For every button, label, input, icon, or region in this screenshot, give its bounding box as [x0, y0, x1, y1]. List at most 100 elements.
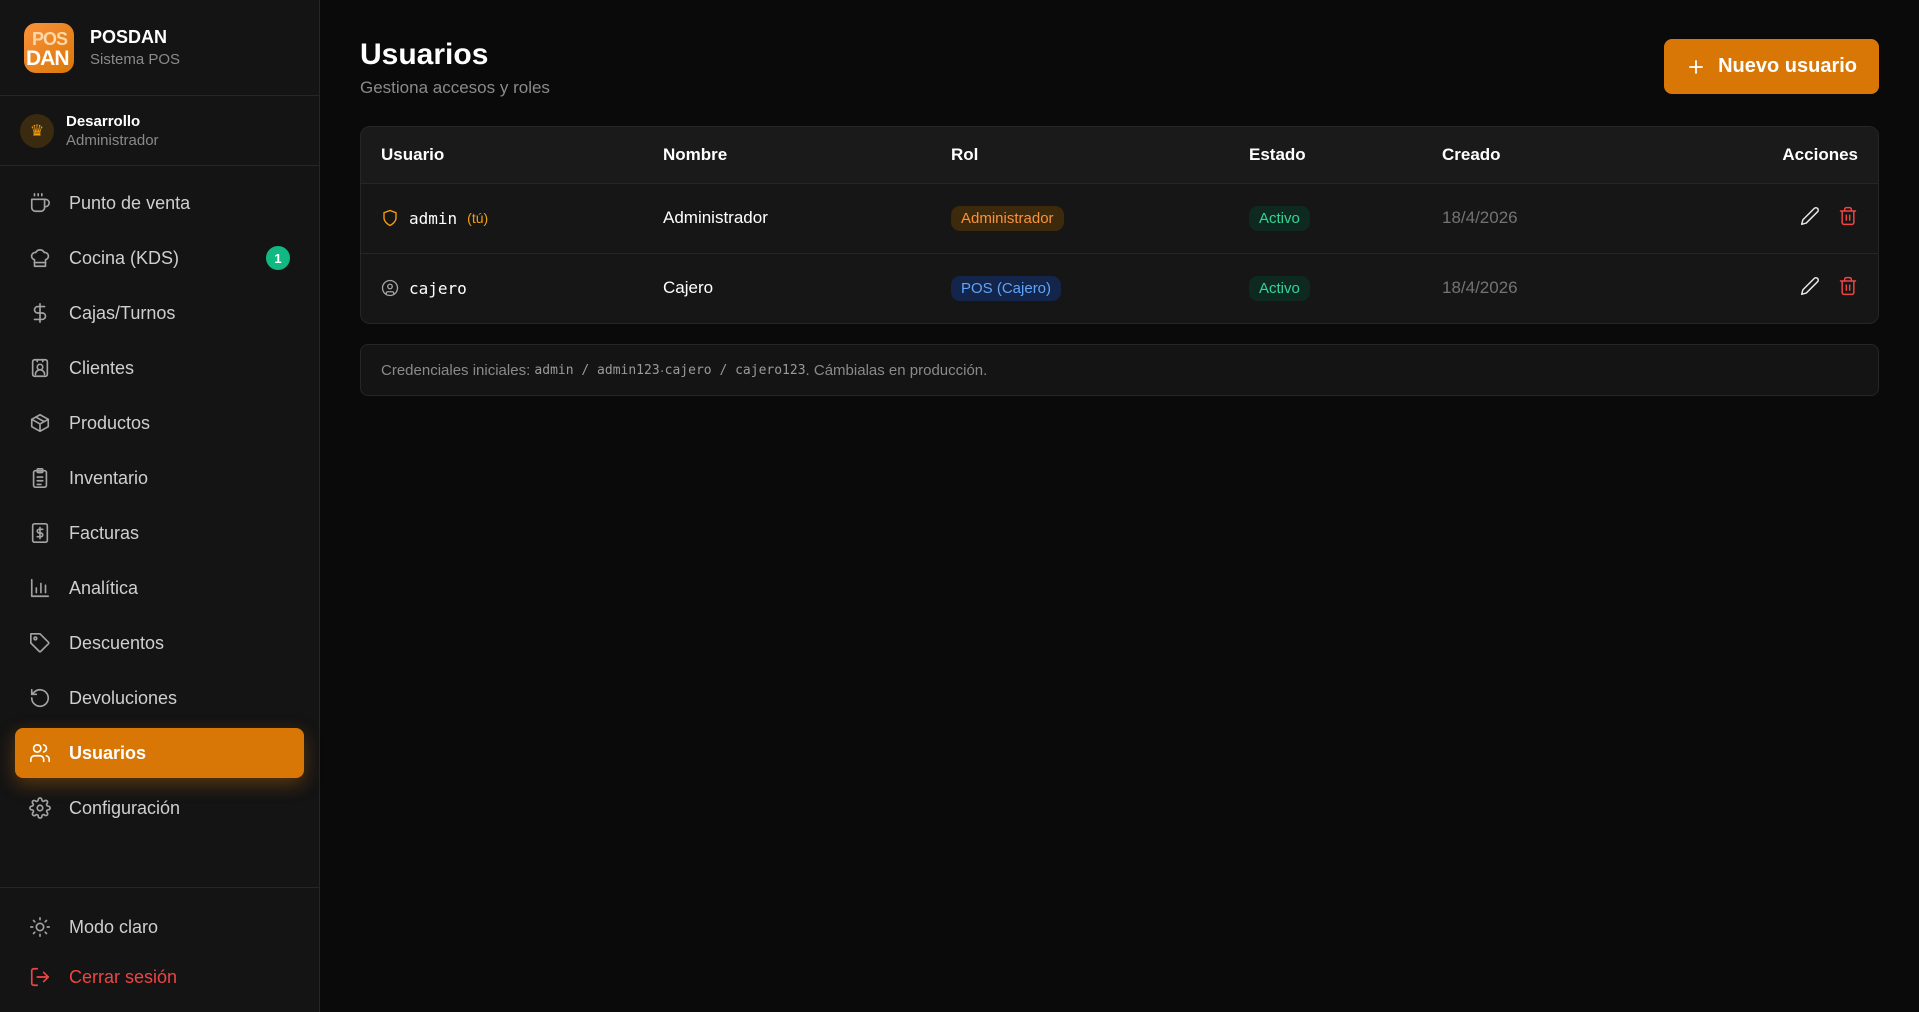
dollar-icon: [29, 302, 51, 324]
cell-role: POS (Cajero): [931, 253, 1229, 323]
cell-role: Administrador: [931, 183, 1229, 254]
sidebar-item-label: Productos: [69, 412, 151, 433]
note-cred-cajero: cajero / cajero123: [664, 362, 806, 378]
clipboard-icon: [29, 467, 51, 489]
page-header: Usuarios Gestiona accesos y roles Nuevo …: [360, 38, 1879, 98]
table-row: admin (tú) Administrador Administrador A…: [361, 183, 1878, 254]
receipt-icon: [29, 522, 51, 544]
undo-icon: [29, 687, 51, 709]
cell-created: 18/4/2026: [1442, 278, 1518, 298]
credentials-note: Credenciales iniciales: admin / admin123…: [360, 344, 1879, 396]
new-user-button[interactable]: Nuevo usuario: [1664, 39, 1879, 94]
column-header-role: Rol: [931, 127, 1229, 184]
note-suffix: . Cámbialas en producción.: [805, 361, 988, 379]
log-out-icon: [29, 966, 51, 988]
sidebar-item-configuracion[interactable]: Configuración: [15, 783, 304, 833]
cell-name: Administrador: [643, 183, 931, 254]
sidebar-item-analitica[interactable]: Analítica: [15, 563, 304, 613]
delete-icon[interactable]: [1838, 276, 1858, 296]
shield-icon: [383, 209, 397, 227]
gear-icon: [29, 797, 51, 819]
edit-icon[interactable]: [1800, 276, 1820, 296]
cell-status: Activo: [1229, 183, 1422, 254]
plus-icon: [1689, 59, 1703, 74]
tag-icon: [29, 632, 51, 654]
sidebar-item-label: Inventario: [69, 467, 149, 488]
chef-hat-icon: [29, 247, 51, 269]
username: admin: [409, 208, 458, 228]
sidebar-item-cocina[interactable]: Cocina (KDS) 1: [15, 233, 304, 283]
sidebar-item-usuarios[interactable]: Usuarios: [15, 728, 304, 778]
sidebar-item-devoluciones[interactable]: Devoluciones: [15, 673, 304, 723]
note-prefix: Credenciales iniciales:: [381, 361, 531, 379]
sidebar-item-label: Descuentos: [69, 632, 165, 653]
sun-icon: [29, 916, 51, 938]
logout-label: Cerrar sesión: [69, 966, 178, 987]
users-table-card: Usuario Nombre Rol Estado Creado Accione…: [360, 126, 1879, 324]
theme-toggle[interactable]: Modo claro: [15, 902, 304, 952]
crown-icon: ♛: [20, 113, 54, 148]
edit-icon[interactable]: [1800, 206, 1820, 226]
brand-logo: POS DAN: [24, 22, 74, 73]
delete-icon[interactable]: [1838, 206, 1858, 226]
current-user: ♛ Desarrollo Administrador: [0, 96, 319, 166]
sidebar-item-productos[interactable]: Productos: [15, 398, 304, 448]
sidebar-item-descuentos[interactable]: Descuentos: [15, 618, 304, 668]
sidebar-item-label: Devoluciones: [69, 687, 178, 708]
package-icon: [29, 412, 51, 434]
cell-actions: [1650, 183, 1878, 254]
page-subtitle: Gestiona accesos y roles: [360, 78, 550, 97]
page-title: Usuarios: [360, 38, 489, 71]
brand: POS DAN POSDAN Sistema POS: [0, 0, 319, 96]
sidebar-item-inventario[interactable]: Inventario: [15, 453, 304, 503]
status-badge: Activo: [1249, 275, 1310, 301]
sidebar-item-label: Usuarios: [69, 742, 147, 763]
sidebar-item-punto-de-venta[interactable]: Punto de venta: [15, 178, 304, 228]
logout-button[interactable]: Cerrar sesión: [15, 952, 304, 1002]
sidebar-item-facturas[interactable]: Facturas: [15, 508, 304, 558]
current-user-role: Administrador: [66, 131, 159, 149]
cell-created: 18/4/2026: [1422, 183, 1651, 254]
sidebar-item-label: Analítica: [69, 577, 139, 598]
user-circle-icon: [381, 280, 399, 297]
bar-chart-icon: [29, 577, 51, 599]
sidebar-item-label: Clientes: [69, 357, 135, 378]
current-user-marker: (tú): [467, 210, 489, 226]
note-cred-admin: admin / admin123: [534, 362, 660, 378]
role-badge: Administrador: [951, 205, 1064, 231]
sidebar-item-label: Facturas: [69, 522, 140, 543]
sidebar-item-cajas-turnos[interactable]: Cajas/Turnos: [15, 288, 304, 338]
table-row: cajero Cajero POS (Cajero) Activo 18/4/2…: [361, 253, 1878, 323]
table-header-row: Usuario Nombre Rol Estado Creado Accione…: [361, 127, 1878, 184]
cell-status: Activo: [1229, 253, 1422, 323]
cell-username: admin (tú): [361, 183, 643, 254]
sidebar-footer: Modo claro Cerrar sesión: [0, 887, 319, 1012]
cell-actions: [1650, 253, 1878, 323]
column-header-actions: Acciones: [1650, 127, 1878, 184]
sidebar-item-clientes[interactable]: Clientes: [15, 343, 304, 393]
sidebar: POS DAN POSDAN Sistema POS ♛ Desarrollo …: [0, 0, 320, 1012]
status-badge: Activo: [1249, 205, 1310, 231]
column-header-created: Creado: [1422, 127, 1651, 184]
brand-name: POSDAN: [90, 27, 168, 47]
sidebar-nav: Punto de venta Cocina (KDS) 1 Cajas/Turn…: [0, 166, 319, 838]
coffee-icon: [29, 192, 51, 214]
username: cajero: [409, 278, 467, 298]
logo-text-bottom: DAN: [26, 46, 69, 70]
current-user-name: Desarrollo: [66, 112, 141, 130]
column-header-status: Estado: [1229, 127, 1422, 184]
column-header-name: Nombre: [643, 127, 931, 184]
cell-username: cajero: [361, 253, 643, 323]
sidebar-item-label: Cocina (KDS): [69, 247, 180, 268]
users-icon: [29, 742, 51, 764]
new-user-button-label: Nuevo usuario: [1718, 55, 1857, 77]
sidebar-item-label: Configuración: [69, 797, 181, 818]
main-content: Usuarios Gestiona accesos y roles Nuevo …: [320, 0, 1919, 1012]
cell-name: Cajero: [663, 278, 714, 298]
brand-subtitle: Sistema POS: [90, 51, 181, 68]
sidebar-item-label: Punto de venta: [69, 192, 191, 213]
contact-icon: [29, 357, 51, 379]
kds-count-badge: 1: [266, 246, 290, 270]
users-table: Usuario Nombre Rol Estado Creado Accione…: [361, 127, 1878, 323]
column-header-user: Usuario: [361, 127, 643, 184]
